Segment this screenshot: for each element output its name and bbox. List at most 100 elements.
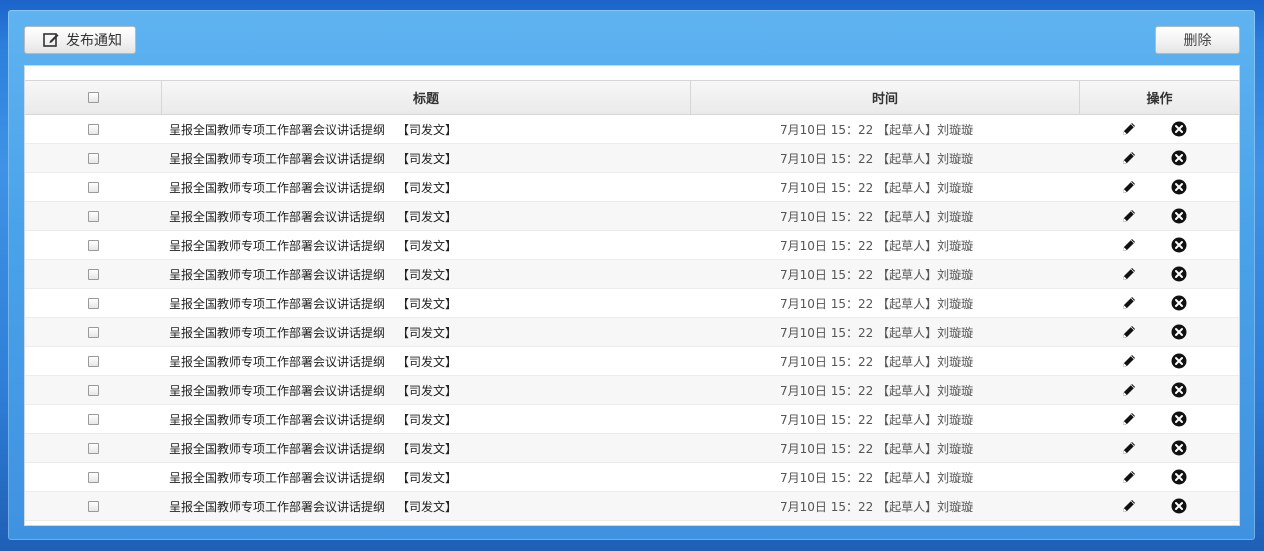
table-row: 呈报全国教师专项工作部署会议讲话提纲 【司发文】 7月10日 15：22 【起草人】… [25, 115, 1239, 144]
table-row: 呈报全国教师专项工作部署会议讲话提纲 【司发文】 7月10日 15：22 【起草人】… [25, 318, 1239, 347]
row-tag: 【司发文】 [397, 354, 458, 369]
row-title[interactable]: 呈报全国教师专项工作部署会议讲话提纲 [169, 469, 385, 486]
header-title: 标题 [162, 81, 691, 114]
row-title[interactable]: 呈报全国教师专项工作部署会议讲话提纲 [169, 353, 385, 370]
row-select-cell [25, 173, 162, 201]
row-checkbox[interactable] [88, 297, 99, 309]
row-select-cell [25, 347, 162, 375]
row-title[interactable]: 呈报全国教师专项工作部署会议讲话提纲 [169, 382, 385, 399]
close-circle-icon[interactable] [1170, 323, 1188, 341]
row-title[interactable]: 呈报全国教师专项工作部署会议讲话提纲 [169, 295, 385, 312]
close-circle-icon[interactable] [1170, 294, 1188, 312]
row-tag: 【司发文】 [397, 122, 458, 137]
pencil-icon[interactable] [1120, 207, 1138, 225]
table-row: 呈报全国教师专项工作部署会议讲话提纲 【司发文】 7月10日 15：22 【起草人】… [25, 202, 1239, 231]
table-row: 呈报全国教师专项工作部署会议讲话提纲 【司发文】 7月10日 15：22 【起草人】… [25, 405, 1239, 434]
close-circle-icon[interactable] [1170, 410, 1188, 428]
row-title-cell: 呈报全国教师专项工作部署会议讲话提纲 【司发文】 [162, 202, 691, 230]
row-actions [1080, 115, 1239, 143]
close-circle-icon[interactable] [1170, 468, 1188, 486]
row-tag: 【司发文】 [397, 441, 458, 456]
row-title-cell: 呈报全国教师专项工作部署会议讲话提纲 【司发文】 [162, 463, 691, 491]
row-select-cell [25, 202, 162, 230]
close-circle-icon[interactable] [1170, 120, 1188, 138]
pencil-icon[interactable] [1120, 149, 1138, 167]
row-time: 7月10日 15：22 【起草人】刘璇璇 [780, 296, 974, 311]
row-title-cell: 呈报全国教师专项工作部署会议讲话提纲 【司发文】 [162, 231, 691, 259]
row-title[interactable]: 呈报全国教师专项工作部署会议讲话提纲 [169, 208, 385, 225]
pencil-icon[interactable] [1120, 468, 1138, 486]
close-circle-icon[interactable] [1170, 149, 1188, 167]
pencil-icon[interactable] [1120, 236, 1138, 254]
row-title[interactable]: 呈报全国教师专项工作部署会议讲话提纲 [169, 150, 385, 167]
row-checkbox[interactable] [88, 500, 99, 512]
row-checkbox[interactable] [88, 152, 99, 164]
select-all-checkbox[interactable] [87, 92, 99, 103]
close-circle-icon[interactable] [1170, 497, 1188, 515]
pencil-icon[interactable] [1120, 323, 1138, 341]
row-time: 7月10日 15：22 【起草人】刘璇璇 [780, 354, 974, 369]
row-select-cell [25, 231, 162, 259]
row-checkbox[interactable] [88, 239, 99, 251]
close-circle-icon[interactable] [1170, 207, 1188, 225]
delete-button[interactable]: 删除 [1155, 26, 1240, 54]
row-time: 7月10日 15：22 【起草人】刘璇璇 [780, 441, 974, 456]
pencil-icon[interactable] [1120, 178, 1138, 196]
row-checkbox[interactable] [88, 355, 99, 367]
row-title[interactable]: 呈报全国教师专项工作部署会议讲话提纲 [169, 324, 385, 341]
pencil-icon[interactable] [1120, 439, 1138, 457]
row-checkbox[interactable] [88, 384, 99, 396]
row-checkbox[interactable] [88, 268, 99, 280]
row-tag: 【司发文】 [397, 325, 458, 340]
pencil-icon[interactable] [1120, 352, 1138, 370]
row-checkbox[interactable] [88, 413, 99, 425]
row-title[interactable]: 呈报全国教师专项工作部署会议讲话提纲 [169, 266, 385, 283]
row-title[interactable]: 呈报全国教师专项工作部署会议讲话提纲 [169, 498, 385, 515]
header-ops: 操作 [1146, 92, 1173, 107]
pencil-icon[interactable] [1120, 381, 1138, 399]
row-select-cell [25, 434, 162, 462]
publish-notice-button[interactable]: 发布通知 [24, 26, 136, 54]
pencil-icon[interactable] [1120, 265, 1138, 283]
row-checkbox[interactable] [88, 442, 99, 454]
row-checkbox[interactable] [88, 471, 99, 483]
row-actions [1080, 434, 1239, 462]
row-tag: 【司发文】 [397, 209, 458, 224]
row-time: 7月10日 15：22 【起草人】刘璇璇 [780, 151, 974, 166]
row-checkbox[interactable] [88, 326, 99, 338]
row-title-cell: 呈报全国教师专项工作部署会议讲话提纲 【司发文】 [162, 405, 691, 433]
close-circle-icon[interactable] [1170, 265, 1188, 283]
row-checkbox[interactable] [88, 123, 99, 135]
pencil-icon[interactable] [1120, 410, 1138, 428]
row-title[interactable]: 呈报全国教师专项工作部署会议讲话提纲 [169, 121, 385, 138]
row-tag: 【司发文】 [397, 296, 458, 311]
row-title[interactable]: 呈报全国教师专项工作部署会议讲话提纲 [169, 179, 385, 196]
row-title-cell: 呈报全国教师专项工作部署会议讲话提纲 【司发文】 [162, 347, 691, 375]
row-checkbox[interactable] [88, 210, 99, 222]
pencil-icon[interactable] [1120, 120, 1138, 138]
row-time: 7月10日 15：22 【起草人】刘璇璇 [780, 325, 974, 340]
close-circle-icon[interactable] [1170, 381, 1188, 399]
row-actions [1080, 492, 1239, 520]
pencil-icon[interactable] [1120, 497, 1138, 515]
row-checkbox[interactable] [88, 181, 99, 193]
row-tag: 【司发文】 [397, 499, 458, 514]
table-row: 呈报全国教师专项工作部署会议讲话提纲 【司发文】 7月10日 15：22 【起草人】… [25, 144, 1239, 173]
row-title[interactable]: 呈报全国教师专项工作部署会议讲话提纲 [169, 237, 385, 254]
row-title[interactable]: 呈报全国教师专项工作部署会议讲话提纲 [169, 411, 385, 428]
close-circle-icon[interactable] [1170, 178, 1188, 196]
row-actions [1080, 376, 1239, 404]
row-actions [1080, 289, 1239, 317]
row-select-cell [25, 376, 162, 404]
close-circle-icon[interactable] [1170, 439, 1188, 457]
close-circle-icon[interactable] [1170, 236, 1188, 254]
close-circle-icon[interactable] [1170, 352, 1188, 370]
row-time: 7月10日 15：22 【起草人】刘璇璇 [780, 470, 974, 485]
row-tag: 【司发文】 [397, 383, 458, 398]
pencil-icon[interactable] [1120, 294, 1138, 312]
row-actions [1080, 405, 1239, 433]
table-row: 呈报全国教师专项工作部署会议讲话提纲 【司发文】 7月10日 15：22 【起草人】… [25, 347, 1239, 376]
row-title-cell: 呈报全国教师专项工作部署会议讲话提纲 【司发文】 [162, 115, 691, 143]
row-title[interactable]: 呈报全国教师专项工作部署会议讲话提纲 [169, 440, 385, 457]
row-title-cell: 呈报全国教师专项工作部署会议讲话提纲 【司发文】 [162, 492, 691, 520]
